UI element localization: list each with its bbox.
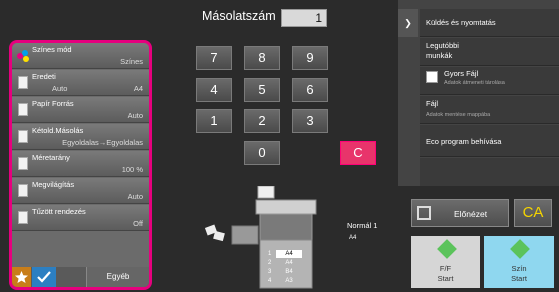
setting-value: 100 %: [121, 165, 143, 174]
color-mode-icon: [16, 48, 30, 64]
key-0[interactable]: 0: [244, 141, 280, 165]
copies-label: Másolatszám: [202, 9, 276, 23]
start-icon: [437, 239, 457, 259]
preview-label: Előnézet: [454, 209, 488, 219]
menu-file[interactable]: Fájl Adatok mentése mappába: [420, 96, 559, 124]
output-paper-label: A4: [349, 235, 357, 241]
duplex-icon: [16, 129, 30, 145]
menu-eco[interactable]: Eco program behívása: [420, 125, 559, 157]
menu-sublabel: Adatok átmeneti tárolása: [444, 80, 505, 86]
setting-value-auto: Auto: [52, 84, 68, 93]
preview-icon: [417, 206, 431, 220]
tray-4: 4 A3: [268, 278, 293, 284]
key-5[interactable]: 5: [244, 78, 280, 102]
setting-value: Off: [133, 219, 143, 228]
key-2[interactable]: 2: [244, 109, 280, 133]
menu-sublabel: Adatok mentése mappába: [426, 112, 491, 118]
menu-send-print[interactable]: Küldés és nyomtatás: [420, 9, 559, 37]
exposure-icon: [16, 183, 30, 199]
paper-icon: [16, 102, 30, 118]
setting-label: Papír Forrás: [32, 99, 74, 108]
staple-icon: [16, 210, 30, 226]
setting-duplex[interactable]: Kétold.Másolás Egyoldalas→Egyoldalas: [12, 124, 149, 150]
setting-value: Egyoldalas→Egyoldalas: [62, 138, 143, 147]
menu-label: Gyors Fájl: [444, 69, 479, 78]
menu-empty: [420, 158, 559, 186]
setting-label: Tűzött rendezés: [32, 207, 86, 216]
setting-exposure[interactable]: Megvilágítás Auto: [12, 178, 149, 204]
setting-value: Auto: [127, 192, 143, 201]
menu-label: Eco program behívása: [426, 137, 502, 146]
key-4[interactable]: 4: [196, 78, 232, 102]
settings-panel: Színes mód Színes Eredeti Auto A4 Papír …: [9, 40, 152, 290]
setting-label: Eredeti: [32, 72, 56, 81]
output-mode-label: Normál 1: [347, 221, 378, 230]
key-6[interactable]: 6: [292, 78, 328, 102]
menu-recent-jobs[interactable]: Legutóbbi munkák: [420, 38, 559, 66]
key-9[interactable]: 9: [292, 46, 328, 70]
quick-file-checkbox[interactable]: [426, 71, 438, 83]
start-label: Szín: [511, 264, 527, 273]
bottom-bar: Egyéb: [12, 267, 149, 287]
clear-all-button[interactable]: CA: [514, 199, 552, 227]
key-8[interactable]: 8: [244, 46, 280, 70]
setting-value: A4: [133, 84, 143, 93]
setting-paper-source[interactable]: Papír Forrás Auto: [12, 97, 149, 123]
check-icon: [37, 271, 51, 283]
clear-key[interactable]: C: [340, 141, 376, 165]
preview-button[interactable]: Előnézet: [411, 199, 509, 227]
tray-3: 3 B4: [268, 269, 293, 275]
menu-label: Küldés és nyomtatás: [426, 18, 496, 27]
copies-field[interactable]: 1: [281, 9, 327, 27]
setting-value: Auto: [127, 111, 143, 120]
key-1[interactable]: 1: [196, 109, 232, 133]
menu-label: Legutóbbi munkák: [426, 41, 459, 60]
menu-label: Fájl: [426, 99, 439, 108]
setting-label: Kétold.Másolás: [32, 126, 84, 135]
favorite-button[interactable]: [12, 267, 31, 287]
original-icon: [16, 75, 30, 91]
chevron-right-icon[interactable]: ❯: [398, 9, 418, 37]
setting-original[interactable]: Eredeti Auto A4: [12, 70, 149, 96]
check-button[interactable]: [32, 267, 56, 287]
key-7[interactable]: 7: [196, 46, 232, 70]
setting-staple-sort[interactable]: Tűzött rendezés Off: [12, 205, 149, 231]
start-label: Start: [437, 274, 454, 283]
color-start-button[interactable]: Szín Start: [484, 236, 554, 288]
star-icon: [15, 271, 28, 283]
start-icon: [510, 239, 530, 259]
start-label: Start: [511, 274, 527, 283]
menu-quick-file[interactable]: Gyors Fájl Adatok átmeneti tárolása: [420, 67, 559, 95]
other-button[interactable]: Egyéb: [86, 267, 149, 287]
setting-label: Méretarány: [32, 153, 70, 162]
tray-1: 1 A4: [266, 250, 310, 259]
start-label: F/F: [439, 264, 452, 273]
ratio-icon: [16, 156, 30, 172]
setting-color-mode[interactable]: Színes mód Színes: [12, 43, 149, 69]
setting-label: Megvilágítás: [32, 180, 75, 189]
tray-2: 2 A4: [268, 260, 293, 266]
setting-value: Színes: [120, 57, 143, 66]
bw-start-button[interactable]: F/F Start: [411, 236, 480, 288]
setting-ratio[interactable]: Méretarány 100 %: [12, 151, 149, 177]
setting-label: Színes mód: [32, 45, 72, 54]
key-3[interactable]: 3: [292, 109, 328, 133]
